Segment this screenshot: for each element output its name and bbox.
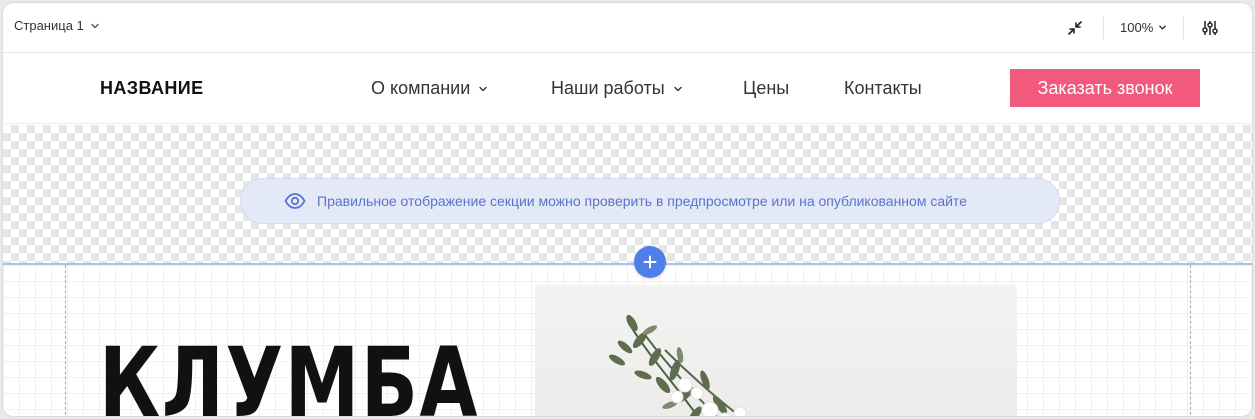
plus-icon bbox=[643, 255, 657, 269]
collapse-button[interactable] bbox=[1062, 15, 1088, 41]
nav-item-prices[interactable]: Цены bbox=[743, 78, 789, 99]
nav-item-label: Контакты bbox=[844, 78, 922, 98]
zoom-selector[interactable]: 100% bbox=[1120, 20, 1167, 35]
flower-bouquet-image bbox=[609, 314, 747, 416]
page-selector[interactable]: Страница 1 bbox=[14, 18, 100, 33]
collapse-icon bbox=[1068, 21, 1082, 35]
toolbar-divider bbox=[1183, 17, 1184, 39]
nav-item-works[interactable]: Наши работы bbox=[551, 78, 683, 99]
nav-item-label: Наши работы bbox=[551, 78, 665, 98]
zoom-label: 100% bbox=[1120, 20, 1154, 35]
settings-sliders-icon bbox=[1202, 21, 1218, 35]
chevron-down-icon bbox=[673, 86, 682, 91]
order-call-button[interactable]: Заказать звонок bbox=[1010, 69, 1200, 107]
preview-notice-text: Правильное отображение секции можно пров… bbox=[317, 193, 967, 209]
chevron-down-icon bbox=[1159, 25, 1167, 30]
editor-window: Страница 1 100% НАЗВАНИЕ О компании Наши… bbox=[2, 2, 1253, 417]
nav-item-label: Цены bbox=[743, 78, 790, 98]
site-logo[interactable]: НАЗВАНИЕ bbox=[100, 78, 204, 99]
hero-section: КЛУМБА bbox=[3, 265, 1252, 416]
nav-item-label: О компании bbox=[371, 78, 471, 98]
transparent-section: Правильное отображение секции можно пров… bbox=[3, 125, 1252, 264]
section-divider-line bbox=[3, 263, 1252, 265]
layout-guide bbox=[1190, 265, 1191, 416]
nav-item-about[interactable]: О компании bbox=[371, 78, 488, 99]
settings-button[interactable] bbox=[1197, 15, 1223, 41]
layout-guide bbox=[65, 265, 66, 416]
hero-photo[interactable] bbox=[535, 285, 1017, 416]
hero-title[interactable]: КЛУМБА bbox=[99, 335, 479, 416]
preview-notice: Правильное отображение секции можно пров… bbox=[240, 178, 1060, 224]
chevron-down-icon bbox=[479, 86, 487, 91]
site-header: НАЗВАНИЕ О компании Наши работы Цены Кон… bbox=[3, 53, 1252, 124]
add-section-button[interactable] bbox=[634, 246, 666, 278]
editor-toolbar: Страница 1 100% bbox=[3, 3, 1252, 53]
nav-item-contacts[interactable]: Контакты bbox=[844, 78, 922, 99]
toolbar-divider bbox=[1103, 17, 1104, 39]
eye-icon bbox=[284, 193, 306, 209]
page-selector-label: Страница 1 bbox=[14, 18, 84, 33]
chevron-down-icon bbox=[91, 23, 99, 28]
